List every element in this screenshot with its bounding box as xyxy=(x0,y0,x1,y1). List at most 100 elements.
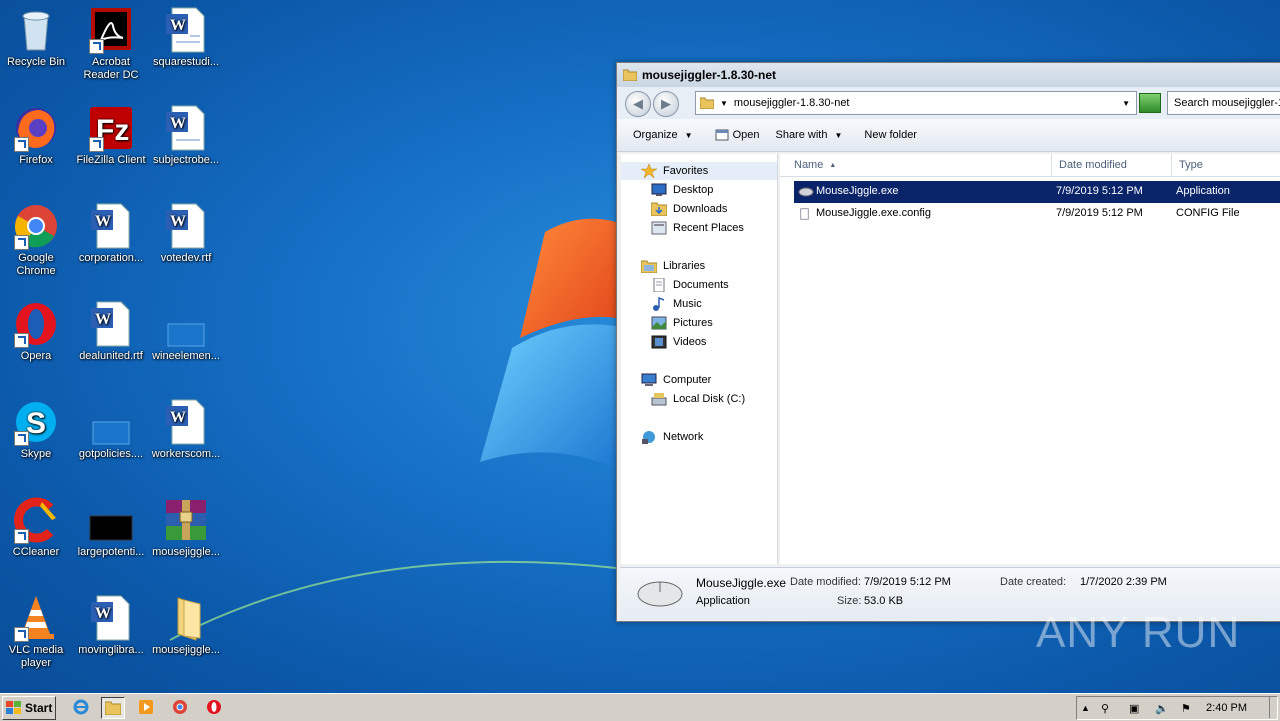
nav-item-local-disk[interactable]: Local Disk (C:) xyxy=(621,390,745,408)
recent-places-icon xyxy=(651,221,667,235)
volume-icon[interactable]: 🔈 xyxy=(1155,702,1169,715)
computer-icon xyxy=(641,373,657,386)
desktop-icon-filezilla[interactable]: Fz FileZilla Client xyxy=(73,104,149,167)
mouse-large-icon xyxy=(637,581,683,607)
nav-item-music[interactable]: Music xyxy=(621,295,702,313)
desktop-icon-word-doc[interactable]: W dealunited.rtf xyxy=(73,300,149,363)
nav-label: Desktop xyxy=(673,184,714,196)
word-document-icon: W xyxy=(166,105,205,151)
share-with-button[interactable]: Share with ▼ xyxy=(775,129,842,141)
nav-item-recent-places[interactable]: Recent Places xyxy=(621,219,744,237)
desktop-icon-black-file[interactable]: largepotenti... xyxy=(73,496,149,559)
desktop-icon-blank-file[interactable]: gotpolicies.... xyxy=(73,398,149,461)
nav-item-network[interactable]: Network xyxy=(621,428,703,446)
nav-item-pictures[interactable]: Pictures xyxy=(621,314,713,332)
table-row[interactable]: MouseJiggle.exe.config 7/9/2019 5:12 PM … xyxy=(794,203,1280,225)
column-header-type[interactable]: Type xyxy=(1172,154,1280,176)
action-center-icon[interactable]: ⚲ xyxy=(1101,702,1109,715)
breadcrumb-caret-icon[interactable]: ▼ xyxy=(720,99,728,108)
column-headers: Name ▲ Date modified Type xyxy=(780,154,1280,177)
nav-item-documents[interactable]: Documents xyxy=(621,276,729,294)
breadcrumb[interactable]: mousejiggler-1.8.30-net xyxy=(734,97,850,109)
desktop-icon-opera[interactable]: Opera xyxy=(0,300,74,363)
share-with-label: Share with xyxy=(775,129,828,141)
taskbar-media-player[interactable] xyxy=(135,697,157,717)
nav-item-favorites[interactable]: Favorites xyxy=(621,162,777,180)
desktop-icon-label: squarestudi... xyxy=(152,56,220,68)
file-name: MouseJiggle.exe xyxy=(816,185,899,197)
desktop-icon-chrome[interactable]: Google Chrome xyxy=(0,202,74,278)
shortcut-arrow-icon xyxy=(14,529,29,544)
forward-button[interactable]: ▶ xyxy=(653,91,679,117)
nav-item-downloads[interactable]: Downloads xyxy=(621,200,727,218)
chevron-down-icon: ▼ xyxy=(684,130,693,140)
details-size: 53.0 KB xyxy=(864,595,904,607)
desktop-icon-label: Acrobat Reader DC xyxy=(83,56,139,81)
desktop-icon-word-doc[interactable]: W subjectrobe... xyxy=(148,104,224,167)
search-input[interactable]: Search mousejiggler-1.8.30-net xyxy=(1167,91,1280,115)
nav-item-desktop[interactable]: Desktop xyxy=(621,181,713,199)
svg-text:S: S xyxy=(26,407,46,440)
desktop-icon-recycle-bin[interactable]: Recycle Bin xyxy=(0,6,74,69)
table-row[interactable]: MouseJiggle.exe 7/9/2019 5:12 PM Applica… xyxy=(794,181,1280,203)
start-button[interactable]: Start xyxy=(2,696,56,720)
nav-label: Libraries xyxy=(663,260,706,272)
back-button[interactable]: ◀ xyxy=(625,91,651,117)
refresh-button[interactable] xyxy=(1139,93,1161,113)
svg-text:W: W xyxy=(170,213,186,230)
desktop-icon-blank-file[interactable]: wineelemen... xyxy=(148,300,224,363)
nav-item-libraries[interactable]: Libraries xyxy=(621,257,705,275)
desktop-icon-label: corporation... xyxy=(78,252,144,264)
config-file-icon xyxy=(800,208,809,220)
flag-icon[interactable]: ⚑ xyxy=(1181,702,1191,715)
taskbar-explorer[interactable] xyxy=(101,697,125,719)
explorer-window[interactable]: mousejiggler-1.8.30-net ◀ ▶ ▼ mousejiggl… xyxy=(616,62,1280,622)
word-document-icon: W xyxy=(91,203,130,249)
nav-label: Favorites xyxy=(663,165,709,177)
music-note-icon xyxy=(653,297,665,311)
organize-button[interactable]: Organize ▼ xyxy=(633,129,693,141)
clock[interactable]: 2:40 PM xyxy=(1206,702,1247,714)
system-tray: ▲ ⚲ ▣ 🔈 ⚑ 2:40 PM xyxy=(1076,696,1278,720)
show-desktop-button[interactable] xyxy=(1269,696,1280,718)
taskbar-internet-explorer[interactable] xyxy=(70,697,92,717)
shortcut-arrow-icon xyxy=(14,627,29,642)
taskbar-chrome[interactable] xyxy=(169,697,191,717)
chrome-icon xyxy=(173,700,187,714)
file-date: 7/9/2019 5:12 PM xyxy=(1056,185,1143,197)
column-header-name[interactable]: Name ▲ xyxy=(780,154,1052,176)
show-hidden-icons-icon[interactable]: ▲ xyxy=(1081,703,1090,713)
desktop-icon-vlc[interactable]: VLC media player xyxy=(0,594,74,670)
nav-label: Computer xyxy=(663,374,712,386)
taskbar-opera[interactable] xyxy=(203,697,225,717)
network-icon xyxy=(642,431,655,444)
desktop-icon-acrobat[interactable]: Acrobat Reader DC xyxy=(73,6,149,82)
svg-text:W: W xyxy=(95,605,111,622)
network-tray-icon[interactable]: ▣ xyxy=(1129,702,1139,715)
desktop-icon-word-doc[interactable]: W movinglibra... xyxy=(73,594,149,657)
desktop-icon-word-doc[interactable]: W workerscom... xyxy=(148,398,224,461)
word-document-icon: W xyxy=(91,301,130,347)
nav-item-computer[interactable]: Computer xyxy=(621,371,711,389)
address-dropdown-icon[interactable]: ▼ xyxy=(1122,99,1130,108)
open-button[interactable]: Open xyxy=(715,129,759,141)
desktop-icon-label: Firefox xyxy=(19,154,53,166)
desktop-icon-label: Skype xyxy=(20,448,52,460)
desktop-icon-winrar-archive[interactable]: mousejiggle... xyxy=(148,496,224,559)
desktop-icon-ccleaner[interactable]: CCleaner xyxy=(0,496,74,559)
desktop-icon-word-doc[interactable]: W corporation... xyxy=(73,202,149,265)
column-header-date-modified[interactable]: Date modified xyxy=(1052,154,1172,176)
shortcut-arrow-icon xyxy=(14,235,29,250)
desktop-icon-skype[interactable]: S Skype xyxy=(0,398,74,461)
nav-item-videos[interactable]: Videos xyxy=(621,333,706,351)
desktop-icon-word-doc[interactable]: W squarestudi... xyxy=(148,6,224,69)
desktop-icon-folder[interactable]: mousejiggle... xyxy=(148,594,224,657)
address-bar[interactable]: ▼ mousejiggler-1.8.30-net ▼ xyxy=(695,91,1137,115)
desktop-icon-firefox[interactable]: Firefox xyxy=(0,104,74,167)
nav-label: Documents xyxy=(673,279,729,291)
desktop-icon-label: mousejiggle... xyxy=(152,644,220,656)
window-titlebar[interactable]: mousejiggler-1.8.30-net xyxy=(617,63,1280,87)
chevron-down-icon: ▼ xyxy=(834,130,843,140)
desktop-icon-word-doc[interactable]: W votedev.rtf xyxy=(148,202,224,265)
new-folder-button[interactable]: New folder xyxy=(864,129,917,141)
